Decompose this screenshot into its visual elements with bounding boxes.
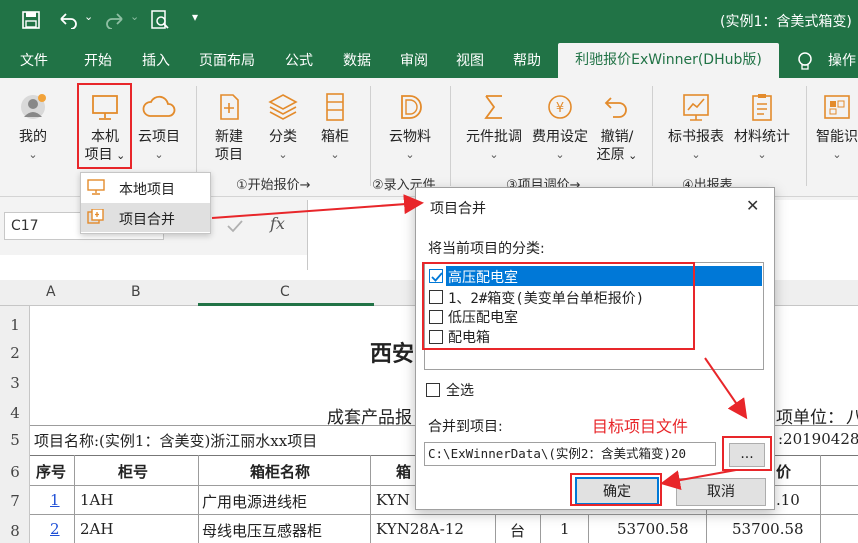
arrow-to-browse (704, 357, 748, 420)
annotation-arrows (211, 194, 748, 490)
arrow-to-ok (660, 469, 737, 490)
arrow-to-dialog (211, 194, 424, 219)
